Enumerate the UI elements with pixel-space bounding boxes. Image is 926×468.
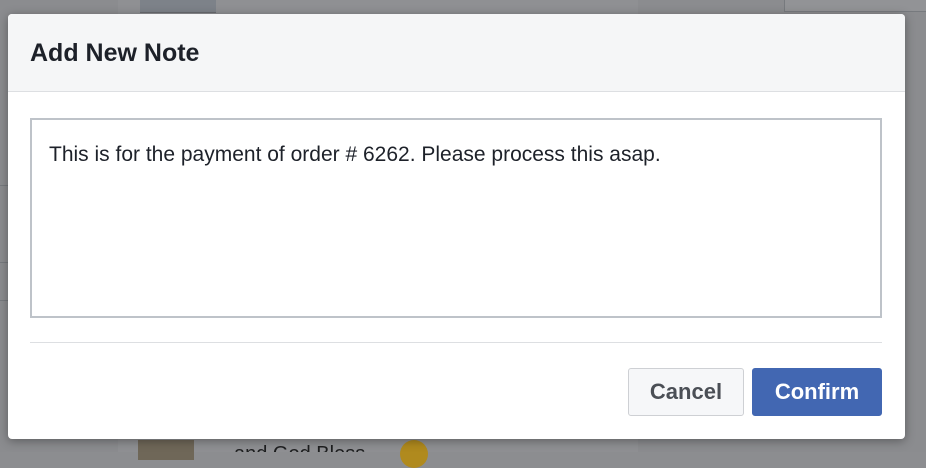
background-name-text: [232, 0, 392, 8]
dialog-header: Add New Note: [8, 14, 905, 92]
background-emoji-icon: [400, 440, 428, 468]
background-avatar-top: [140, 0, 216, 13]
footer-divider: [30, 342, 882, 343]
note-textarea[interactable]: This is for the payment of order # 6262.…: [30, 118, 882, 318]
add-note-dialog: Add New Note This is for the payment of …: [8, 14, 905, 439]
background-avatar-bottom: [138, 440, 194, 460]
confirm-button[interactable]: Confirm: [752, 368, 882, 416]
cancel-button[interactable]: Cancel: [628, 368, 744, 416]
background-box: [784, 0, 926, 12]
background-post-text: and God Bless: [234, 440, 365, 452]
dialog-title: Add New Note: [30, 39, 200, 67]
